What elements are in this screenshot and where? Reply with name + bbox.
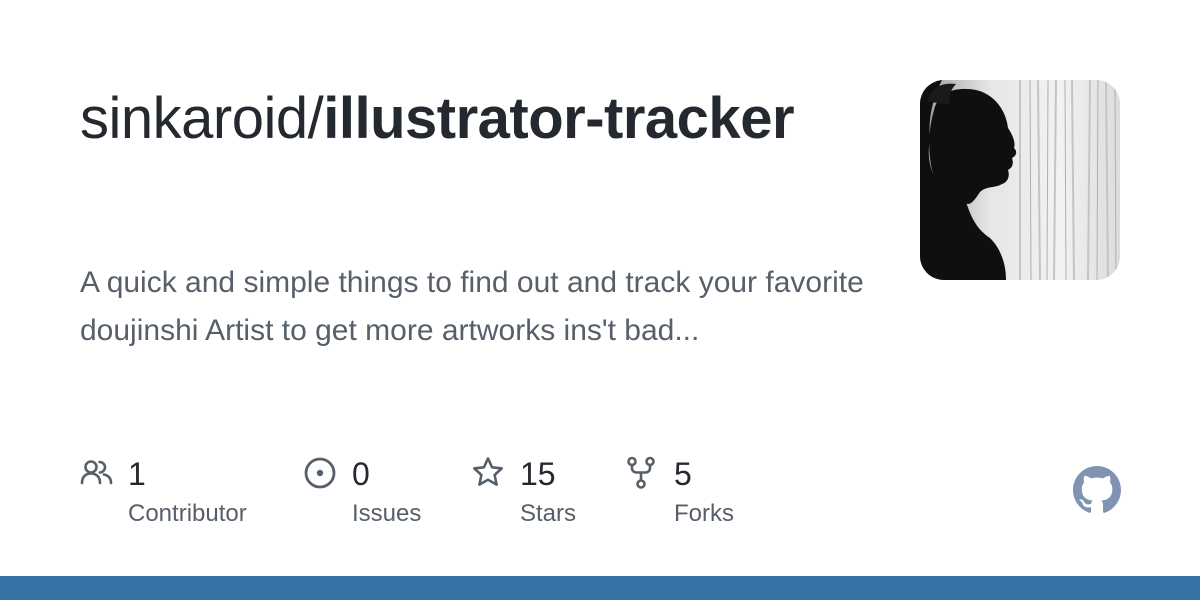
repo-owner[interactable]: sinkaroid/	[80, 86, 324, 151]
stars-label: Stars	[520, 500, 577, 527]
star-icon	[473, 457, 503, 486]
repo-name[interactable]: illustrator-tracker	[323, 86, 794, 151]
issues-count: 0	[352, 456, 370, 492]
repo-description: A quick and simple things to find out an…	[80, 266, 864, 347]
forks-label: Forks	[674, 500, 734, 527]
language-color-bar	[0, 576, 1200, 600]
stars-count: 15	[520, 456, 556, 492]
avatar-image	[920, 80, 1120, 280]
forks-count: 5	[674, 456, 692, 492]
issues-label: Issues	[352, 500, 422, 527]
github-logo-icon[interactable]	[1073, 466, 1121, 514]
social-preview-card: sinkaroid/illustrator-tracker A quick an…	[0, 0, 1200, 600]
issue-opened-icon	[304, 457, 336, 489]
contributors-label: Contributor	[128, 500, 247, 527]
owner-avatar[interactable]	[920, 80, 1120, 280]
contributors-count: 1	[128, 456, 146, 492]
repo-title[interactable]: sinkaroid/illustrator-tracker	[80, 84, 880, 154]
people-icon	[80, 460, 113, 485]
repo-forked-icon	[627, 456, 655, 489]
